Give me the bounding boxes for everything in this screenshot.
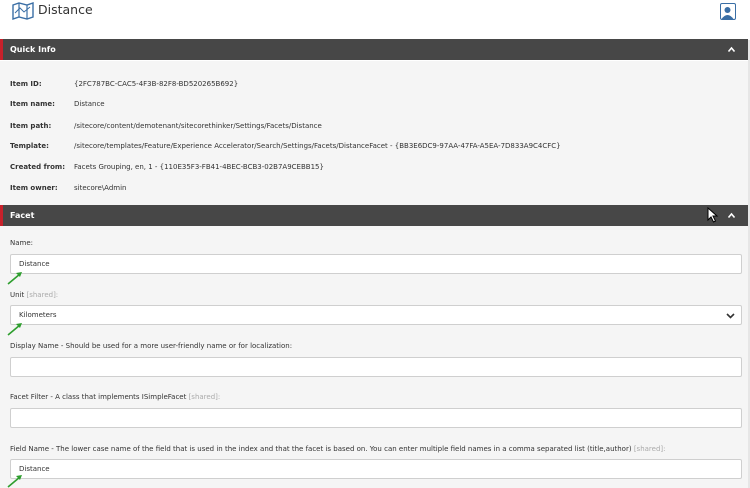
field-name-label: Field Name - The lower case name of the … — [10, 445, 665, 453]
facet-header[interactable]: Facet — [0, 205, 748, 226]
info-label: Template: — [10, 142, 49, 150]
shared-tag: [shared]: — [633, 445, 666, 453]
page-title: Distance — [38, 2, 93, 17]
info-value: /sitecore/content/demotenant/sitecorethi… — [74, 122, 322, 130]
quick-info-header[interactable]: Quick Info — [0, 39, 748, 60]
unit-select[interactable]: Kilometers — [10, 305, 742, 325]
field-name-input[interactable]: Distance — [10, 459, 742, 479]
green-arrow-icon — [7, 272, 22, 285]
quick-info-panel: Item ID: {2FC787BC-CAC5-4F3B-82F8-BD5202… — [0, 61, 748, 205]
info-label: Item name: — [10, 100, 55, 108]
unit-label: Unit [shared]: — [10, 291, 58, 299]
user-avatar-icon[interactable] — [720, 3, 736, 20]
info-label: Item ID: — [10, 80, 42, 88]
info-label: Item owner: — [10, 184, 58, 192]
quick-info-title: Quick Info — [10, 45, 56, 54]
unit-label-text: Unit — [10, 291, 25, 299]
chevron-down-icon[interactable] — [726, 311, 735, 320]
chevron-up-icon[interactable] — [728, 46, 735, 53]
facet-panel: Name: Distance Unit [shared]: Kilometers… — [0, 226, 748, 488]
info-value: sitecore\Admin — [74, 184, 127, 192]
info-value: Distance — [74, 100, 105, 108]
name-value: Distance — [19, 260, 50, 268]
facet-title: Facet — [10, 211, 35, 220]
display-name-label: Display Name - Should be used for a more… — [10, 342, 293, 350]
mouse-cursor-icon — [707, 207, 719, 223]
facet-filter-label: Facet Filter - A class that implements I… — [10, 393, 220, 401]
unit-value: Kilometers — [19, 311, 57, 319]
info-value: /sitecore/templates/Feature/Experience A… — [74, 142, 561, 150]
title-bar: Distance — [0, 0, 750, 40]
shared-tag: [shared]: — [188, 393, 221, 401]
green-arrow-icon — [7, 475, 22, 488]
info-value: Facets Grouping, en, 1 - {110E35F3-FB41-… — [74, 163, 324, 171]
name-input[interactable]: Distance — [10, 254, 742, 274]
info-value: {2FC787BC-CAC5-4F3B-82F8-BD520265B692} — [74, 80, 239, 88]
field-name-label-text: Field Name - The lower case name of the … — [10, 445, 632, 453]
map-icon — [12, 2, 34, 20]
facet-filter-label-text: Facet Filter - A class that implements I… — [10, 393, 187, 401]
info-label: Created from: — [10, 163, 66, 171]
facet-filter-input[interactable] — [10, 408, 742, 428]
field-name-value: Distance — [19, 465, 50, 473]
name-label: Name: — [10, 239, 34, 247]
display-name-input[interactable] — [10, 357, 742, 377]
info-label: Item path: — [10, 122, 52, 130]
green-arrow-icon — [7, 323, 22, 336]
chevron-up-icon[interactable] — [728, 212, 735, 219]
shared-tag: [shared]: — [26, 291, 59, 299]
